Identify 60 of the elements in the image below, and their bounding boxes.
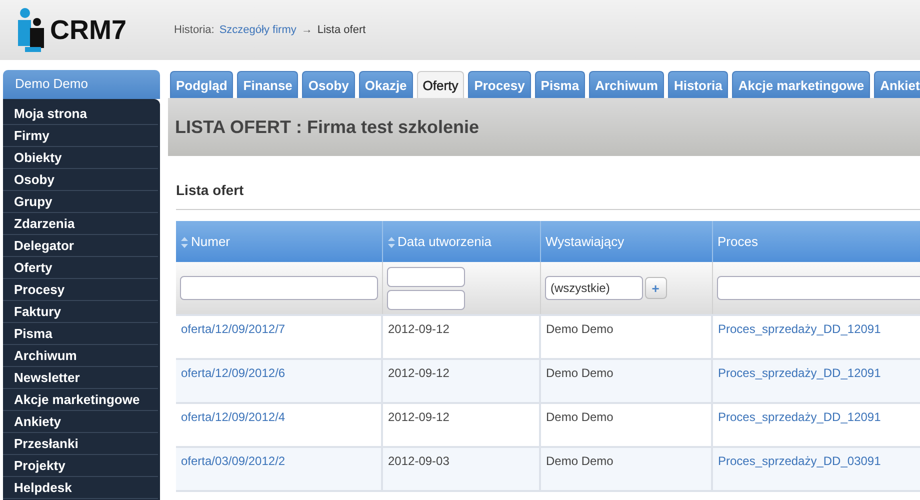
tab[interactable]: Historia (668, 71, 728, 98)
column-header[interactable]: Wystawiający (540, 221, 712, 262)
logo-text: CRM7 (50, 14, 127, 46)
tab[interactable]: Pisma (534, 71, 586, 98)
sidebar-item[interactable]: Przesłanki (3, 433, 158, 455)
sidebar-item[interactable]: Oferty (3, 257, 158, 279)
sidebar-item[interactable]: Delegator (3, 235, 158, 257)
sidebar-item[interactable]: Firmy (3, 125, 158, 147)
sidebar-item[interactable]: Newsletter (3, 367, 158, 389)
column-header[interactable]: Proces (712, 221, 920, 262)
people-logo-icon (16, 7, 46, 53)
sidebar-item[interactable]: Grupy (3, 191, 158, 213)
sidebar-item[interactable]: Pisma (3, 323, 158, 345)
tab[interactable]: Osoby (302, 71, 355, 98)
sidebar-item[interactable]: Ankiety (3, 411, 158, 433)
breadcrumb-arrow: → (301, 24, 312, 36)
table-cell: 2012-09-03 (382, 447, 540, 491)
tab[interactable]: Finanse (237, 71, 298, 98)
page-title: LISTA OFERT : Firma test szkolenie (168, 98, 920, 156)
process-link[interactable]: Proces_sprzedaży_DD_12091 (718, 410, 881, 424)
tab[interactable]: Okazje (358, 71, 413, 98)
breadcrumb-link[interactable]: Szczegóły firmy (219, 24, 296, 36)
tab[interactable]: Akcje marketingowe (732, 71, 870, 98)
sidebar-item[interactable]: Faktury (3, 301, 158, 323)
table-cell: 2012-09-12 (382, 359, 540, 403)
offer-link[interactable]: oferta/12/09/2012/7 (181, 322, 286, 336)
sidebar-item[interactable]: Osoby (3, 169, 158, 191)
breadcrumb-label: Historia: (174, 24, 214, 36)
offer-link[interactable]: oferta/12/09/2012/4 (181, 410, 286, 424)
table-cell: Demo Demo (540, 359, 712, 403)
user-name-header[interactable]: Demo Demo (3, 70, 160, 99)
select-field[interactable]: (wszystkie) (544, 276, 642, 300)
section-title: Lista ofert (176, 182, 920, 210)
add-button[interactable]: + (644, 277, 666, 299)
sidebar-item[interactable]: Moja strona (3, 103, 158, 125)
tab[interactable]: Oferty (416, 71, 464, 98)
tab[interactable]: Archiwum (589, 71, 664, 98)
process-link[interactable]: Proces_sprzedaży_DD_12091 (718, 322, 881, 336)
column-header[interactable]: Numer (176, 221, 382, 262)
sort-icon (181, 237, 188, 248)
column-header[interactable]: Data utworzenia (382, 221, 540, 262)
sort-icon (388, 237, 394, 248)
tab[interactable]: Ankiet (874, 71, 920, 98)
sidebar-item[interactable]: Zdarzenia (3, 213, 158, 235)
filter-input[interactable] (716, 276, 920, 300)
date-from-input[interactable] (386, 266, 464, 286)
table-cell: Demo Demo (540, 447, 712, 491)
sidebar-item[interactable]: Obiekty (3, 147, 158, 169)
tab[interactable]: Podgląd (170, 71, 234, 98)
date-to-input[interactable] (386, 290, 464, 310)
offer-link[interactable]: oferta/12/09/2012/6 (181, 366, 286, 380)
breadcrumb-current: Lista ofert (317, 24, 366, 36)
offer-link[interactable]: oferta/03/09/2012/2 (181, 454, 286, 468)
filter-input[interactable] (180, 276, 378, 300)
sidebar-item[interactable]: Archiwum (3, 345, 158, 367)
sidebar-item[interactable]: Helpdesk (3, 477, 158, 499)
tab[interactable]: Procesy (468, 71, 531, 98)
sidebar-item[interactable]: Akcje marketingowe (3, 389, 158, 411)
sidebar-item[interactable]: Projekty (3, 455, 158, 477)
sidebar-item[interactable]: Procesy (3, 279, 158, 301)
